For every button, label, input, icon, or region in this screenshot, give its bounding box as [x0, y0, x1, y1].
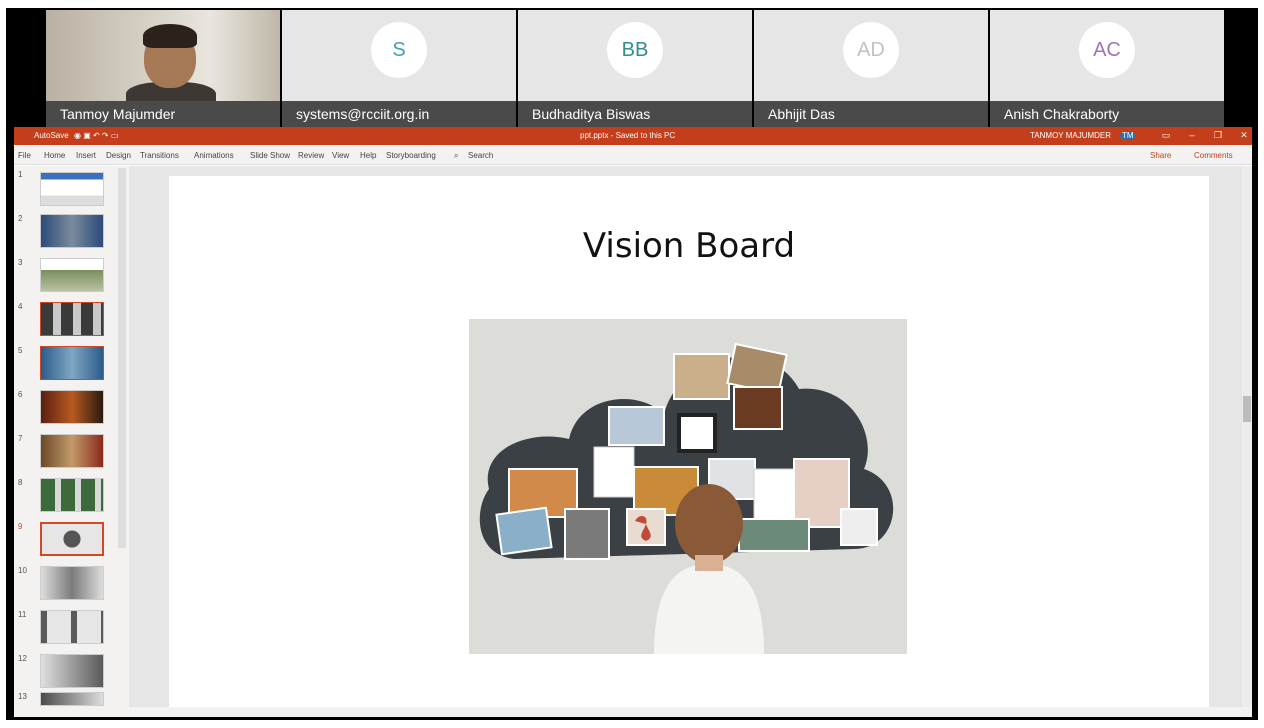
slide-number: 8 — [18, 478, 23, 487]
user-avatar[interactable]: TM — [1120, 131, 1136, 140]
slide-thumbnail-1[interactable] — [40, 172, 104, 206]
thumbnails-scrollbar[interactable] — [118, 168, 126, 548]
autosave-label[interactable]: AutoSave — [34, 131, 69, 140]
slide-number: 3 — [18, 258, 23, 267]
slide-number: 11 — [18, 610, 27, 619]
tab-insert[interactable]: Insert — [76, 151, 96, 160]
participant-tile-abhijit[interactable]: AD Abhijit Das — [754, 10, 988, 127]
slide-thumbnail-2[interactable] — [40, 214, 104, 248]
tab-slide-show[interactable]: Slide Show — [250, 151, 290, 160]
participant-tile-budhaditya[interactable]: BB Budhaditya Biswas — [518, 10, 752, 127]
tab-file[interactable]: File — [18, 151, 31, 160]
slide-title[interactable]: Vision Board — [169, 226, 1209, 266]
ribbon-display-icon[interactable]: ▭ — [1158, 130, 1174, 142]
powerpoint-window: AutoSave ◉ ▣ ↶ ↷ ▭ ppt.pptx - Saved to t… — [14, 127, 1252, 717]
title-bar: AutoSave ◉ ▣ ↶ ↷ ▭ ppt.pptx - Saved to t… — [14, 127, 1252, 145]
participants-strip: Tanmoy Majumder S systems@rcciit.org.in … — [46, 10, 1224, 127]
tab-animations[interactable]: Animations — [194, 151, 234, 160]
tab-design[interactable]: Design — [106, 151, 131, 160]
participant-name: systems@rcciit.org.in — [282, 101, 516, 127]
slide-number: 9 — [18, 522, 23, 531]
participant-tile-tanmoy[interactable]: Tanmoy Majumder — [46, 10, 280, 127]
slide-number: 1 — [18, 170, 23, 179]
participant-avatar: AD — [843, 22, 899, 78]
close-icon[interactable]: ✕ — [1236, 130, 1252, 142]
tab-home[interactable]: Home — [44, 151, 65, 160]
slide-thumbnail-6[interactable] — [40, 390, 104, 424]
participant-tile-anish[interactable]: AC Anish Chakraborty — [990, 10, 1224, 127]
minimize-icon[interactable]: – — [1184, 130, 1200, 142]
participant-name: Anish Chakraborty — [990, 101, 1224, 127]
slide-number: 2 — [18, 214, 23, 223]
current-slide[interactable]: Vision Board — [169, 176, 1209, 707]
participant-avatar: AC — [1079, 22, 1135, 78]
participant-name: Budhaditya Biswas — [518, 101, 752, 127]
participant-name: Tanmoy Majumder — [46, 101, 280, 127]
slide-number: 5 — [18, 346, 23, 355]
search-box[interactable]: Search — [468, 151, 493, 160]
vision-board-image[interactable] — [469, 319, 907, 654]
slide-thumbnail-13[interactable] — [40, 692, 104, 706]
avatar-initials: AC — [1093, 38, 1121, 61]
canvas-scrollbar[interactable] — [1242, 166, 1252, 707]
slide-thumbnail-5[interactable] — [40, 346, 104, 380]
participant-video — [46, 10, 280, 112]
slide-thumbnail-3[interactable] — [40, 258, 104, 292]
participant-tile-systems[interactable]: S systems@rcciit.org.in — [282, 10, 516, 127]
avatar-initials: BB — [621, 38, 649, 61]
vision-board-illustration — [469, 319, 907, 654]
slide-number: 10 — [18, 566, 27, 575]
slide-thumbnail-8[interactable] — [40, 478, 104, 512]
tab-view[interactable]: View — [332, 151, 349, 160]
restore-icon[interactable]: ❐ — [1210, 130, 1226, 142]
tab-review[interactable]: Review — [298, 151, 324, 160]
participant-avatar: BB — [607, 22, 663, 78]
slide-thumbnail-10[interactable] — [40, 566, 104, 600]
search-icon[interactable]: ⌕ — [454, 151, 458, 161]
slide-thumbnails-panel: 1 2 3 4 5 6 7 8 9 10 11 12 13 — [14, 166, 129, 707]
participant-avatar: S — [371, 22, 427, 78]
slide-thumbnail-11[interactable] — [40, 610, 104, 644]
document-title: ppt.pptx - Saved to this PC — [580, 131, 676, 140]
tab-help[interactable]: Help — [360, 151, 376, 160]
user-name[interactable]: TANMOY MAJUMDER — [1030, 131, 1111, 140]
participant-name: Abhijit Das — [754, 101, 988, 127]
slide-number: 7 — [18, 434, 23, 443]
autosave-toggle[interactable]: ◉ ▣ ↶ ↷ ▭ — [74, 131, 118, 140]
tab-transitions[interactable]: Transitions — [140, 151, 179, 160]
tab-storyboarding[interactable]: Storyboarding — [386, 151, 436, 160]
slide-editor-canvas: Vision Board — [129, 166, 1252, 707]
status-bar — [14, 707, 1252, 717]
slide-number: 6 — [18, 390, 23, 399]
ribbon-tabs: File Home Insert Design Transitions Anim… — [14, 145, 1252, 165]
person-hair — [143, 24, 197, 48]
canvas-scroll-thumb[interactable] — [1243, 396, 1251, 422]
slide-number: 13 — [18, 692, 27, 701]
slide-thumbnail-4[interactable] — [40, 302, 104, 336]
slide-thumbnail-9[interactable] — [40, 522, 104, 556]
share-button[interactable]: Share — [1150, 151, 1171, 160]
avatar-initials: S — [392, 38, 406, 61]
slide-thumbnail-12[interactable] — [40, 654, 104, 688]
slide-number: 12 — [18, 654, 27, 663]
comments-button[interactable]: Comments — [1194, 151, 1233, 160]
slide-thumbnail-7[interactable] — [40, 434, 104, 468]
slide-number: 4 — [18, 302, 23, 311]
avatar-initials: AD — [857, 38, 885, 61]
